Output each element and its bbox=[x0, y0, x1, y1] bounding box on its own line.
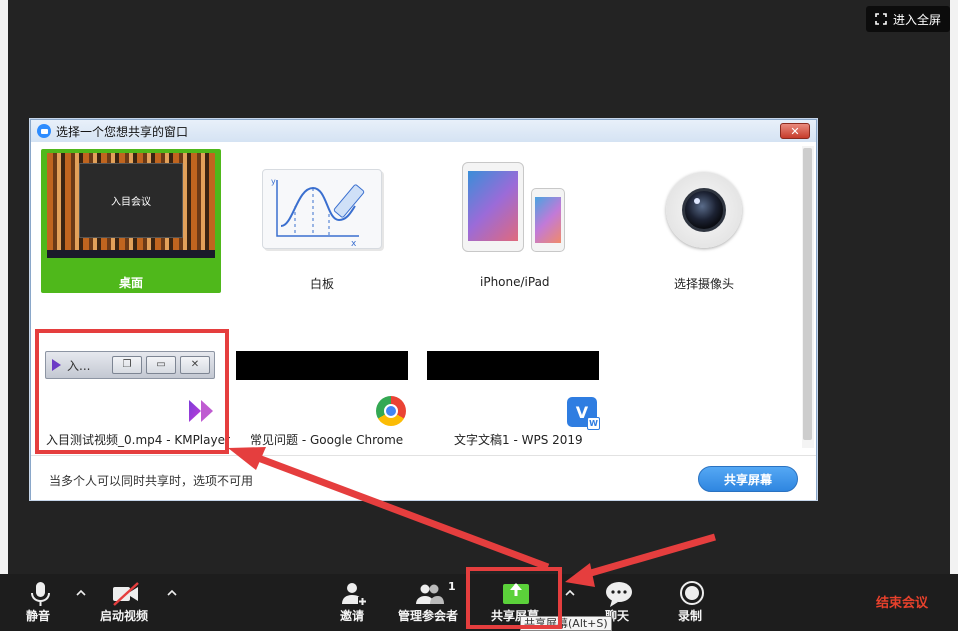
close-button[interactable]: ✕ bbox=[780, 123, 810, 139]
iphone-icon bbox=[531, 188, 565, 252]
dialog-titlebar: 选择一个您想共享的窗口 ✕ bbox=[31, 120, 816, 142]
invite-label: 邀请 bbox=[340, 609, 365, 623]
mute-label: 静音 bbox=[26, 609, 51, 623]
start-video-button[interactable]: 启动视频 bbox=[100, 574, 148, 623]
scrollbar[interactable] bbox=[802, 146, 814, 448]
svg-text:y: y bbox=[271, 177, 276, 186]
video-off-icon bbox=[113, 582, 139, 606]
chat-icon bbox=[606, 582, 632, 607]
share-option-label: 文字文稿1 - WPS 2019 bbox=[454, 433, 583, 447]
microphone-icon bbox=[31, 582, 50, 606]
add-person-icon bbox=[342, 583, 367, 606]
highlight-box-kmplayer bbox=[35, 329, 229, 454]
wps-thumbnail bbox=[427, 351, 599, 380]
invite-button[interactable]: 邀请 bbox=[340, 574, 368, 623]
chrome-thumbnail bbox=[236, 351, 408, 380]
share-option-label: 选择摄像头 bbox=[674, 277, 735, 291]
share-option-desktop[interactable]: 入目会议 桌面 bbox=[41, 149, 221, 293]
end-meeting-button[interactable]: 结束会议 bbox=[876, 592, 928, 611]
zoom-logo-icon bbox=[37, 124, 51, 138]
desktop-thumb-window: 入目会议 bbox=[79, 163, 183, 238]
record-icon bbox=[680, 581, 704, 605]
chevron-up-icon[interactable] bbox=[76, 588, 86, 598]
share-option-label: 常见问题 - Google Chrome bbox=[250, 433, 404, 447]
record-button[interactable]: 录制 bbox=[678, 574, 706, 623]
scrollbar-thumb[interactable] bbox=[803, 148, 812, 440]
manage-participants-button[interactable]: 管理参会者 bbox=[398, 574, 458, 623]
dialog-footer: 当多个人可以同时共享时，选项不可用 共享屏幕 bbox=[31, 455, 816, 500]
camera-icon bbox=[666, 172, 742, 248]
footer-note: 当多个人可以同时共享时，选项不可用 bbox=[49, 474, 254, 488]
fullscreen-button[interactable]: 进入全屏 bbox=[866, 6, 950, 32]
record-label: 录制 bbox=[678, 609, 703, 623]
ipad-icon bbox=[462, 162, 524, 252]
share-option-label: iPhone/iPad bbox=[480, 275, 550, 289]
fullscreen-icon bbox=[875, 13, 887, 25]
whiteboard-icon: y x bbox=[262, 169, 382, 249]
svg-text:x: x bbox=[351, 239, 357, 249]
background-left bbox=[0, 0, 8, 574]
share-option-label: 白板 bbox=[310, 277, 335, 291]
wps-icon: VW bbox=[567, 397, 600, 430]
share-option-label: 桌面 bbox=[118, 276, 143, 290]
share-screen-button[interactable]: 共享屏幕 bbox=[698, 466, 798, 492]
background-right bbox=[950, 0, 958, 574]
chevron-up-icon[interactable] bbox=[565, 588, 575, 598]
dialog-title: 选择一个您想共享的窗口 bbox=[56, 124, 189, 139]
start-video-label: 启动视频 bbox=[100, 609, 149, 623]
highlight-box-share-button bbox=[466, 567, 562, 629]
chrome-icon bbox=[376, 396, 406, 426]
participants-icon bbox=[416, 584, 444, 604]
participant-count-badge: 1 bbox=[448, 580, 456, 593]
fullscreen-label: 进入全屏 bbox=[892, 12, 941, 27]
chat-button[interactable]: 聊天 bbox=[605, 574, 633, 623]
manage-participants-label: 管理参会者 bbox=[398, 609, 459, 623]
mute-button[interactable]: 静音 bbox=[26, 574, 54, 623]
chevron-up-icon[interactable] bbox=[167, 588, 177, 598]
desktop-thumbnail: 入目会议 bbox=[47, 153, 215, 258]
